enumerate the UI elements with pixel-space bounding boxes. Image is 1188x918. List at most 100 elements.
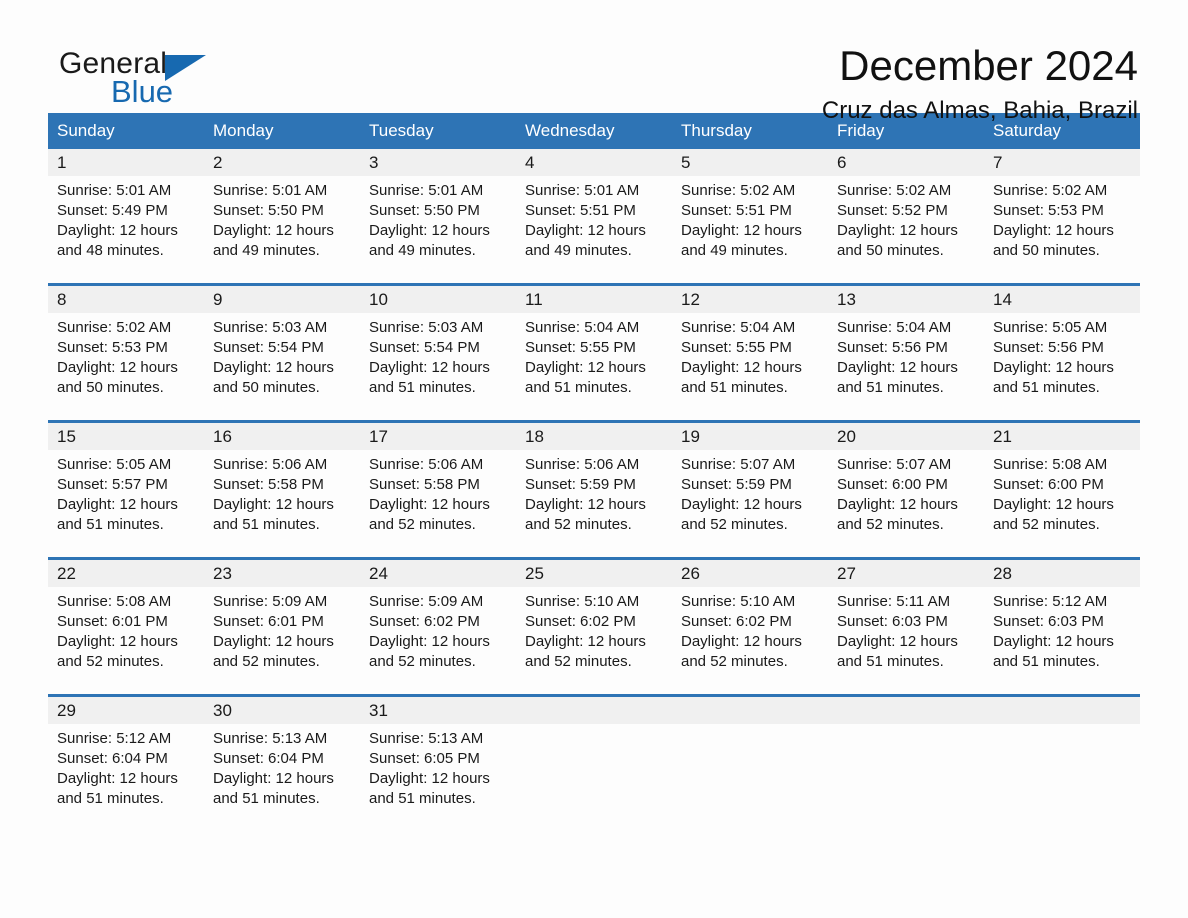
daylight-line-1: Daylight: 12 hours xyxy=(837,496,958,513)
calendar-day-cell[interactable]: 20 Sunrise: 5:07 AM Sunset: 6:00 PM Dayligh… xyxy=(828,420,984,535)
day-cell-inner: 28 Sunrise: 5:12 AM Sunset: 6:03 PM Dayligh… xyxy=(984,560,1140,672)
sunrise-time: Sunrise: 5:08 AM xyxy=(57,593,172,610)
sunset-time: Sunset: 6:01 PM xyxy=(213,613,324,630)
calendar-day-cell[interactable]: 30 Sunrise: 5:13 AM Sunset: 6:04 PM Dayligh… xyxy=(204,694,360,809)
calendar-day-cell[interactable]: 17 Sunrise: 5:06 AM Sunset: 5:58 PM Dayligh… xyxy=(360,420,516,535)
day-number-band: 18 xyxy=(516,423,672,450)
day-number-band: 16 xyxy=(204,423,360,450)
week-spacer-cell xyxy=(828,398,984,422)
day-details: Sunrise: 5:01 AM Sunset: 5:50 PM Daylight:… xyxy=(204,176,360,261)
calendar-day-cell[interactable]: 9 Sunrise: 5:03 AM Sunset: 5:54 PM Daylight… xyxy=(204,283,360,398)
day-number: 10 xyxy=(369,290,388,309)
daylight-line-1: Daylight: 12 hours xyxy=(993,222,1114,239)
sunrise-time: Sunrise: 5:08 AM xyxy=(993,456,1108,473)
calendar-day-cell[interactable]: 24 Sunrise: 5:09 AM Sunset: 6:02 PM Dayligh… xyxy=(360,557,516,672)
calendar-day-cell[interactable]: 1 Sunrise: 5:01 AM Sunset: 5:49 PM Daylight… xyxy=(48,149,204,261)
calendar-day-cell[interactable]: 4 Sunrise: 5:01 AM Sunset: 5:51 PM Daylight… xyxy=(516,149,672,261)
calendar-day-cell[interactable]: 15 Sunrise: 5:05 AM Sunset: 5:57 PM Dayligh… xyxy=(48,420,204,535)
calendar-day-cell[interactable]: 26 Sunrise: 5:10 AM Sunset: 6:02 PM Dayligh… xyxy=(672,557,828,672)
calendar-day-cell[interactable]: 2 Sunrise: 5:01 AM Sunset: 5:50 PM Daylight… xyxy=(204,149,360,261)
day-cell-inner: 20 Sunrise: 5:07 AM Sunset: 6:00 PM Dayligh… xyxy=(828,423,984,535)
calendar-table: Sunday Monday Tuesday Wednesday Thursday… xyxy=(48,113,1140,809)
calendar-day-cell[interactable]: 10 Sunrise: 5:03 AM Sunset: 5:54 PM Dayligh… xyxy=(360,283,516,398)
daylight-line-2: and 52 minutes. xyxy=(213,653,320,670)
sunset-time: Sunset: 6:04 PM xyxy=(57,750,168,767)
calendar-day-cell[interactable]: 25 Sunrise: 5:10 AM Sunset: 6:02 PM Dayligh… xyxy=(516,557,672,672)
sunrise-time: Sunrise: 5:07 AM xyxy=(681,456,796,473)
daylight-line-1: Daylight: 12 hours xyxy=(837,633,958,650)
weekday-header-thursday: Thursday xyxy=(672,113,828,149)
calendar-day-cell[interactable]: 22 Sunrise: 5:08 AM Sunset: 6:01 PM Dayligh… xyxy=(48,557,204,672)
day-cell-inner: 7 Sunrise: 5:02 AM Sunset: 5:53 PM Daylight… xyxy=(984,149,1140,261)
daylight-line-2: and 51 minutes. xyxy=(837,653,944,670)
daylight-line-2: and 51 minutes. xyxy=(837,379,944,396)
calendar-day-cell[interactable]: 12 Sunrise: 5:04 AM Sunset: 5:55 PM Dayligh… xyxy=(672,283,828,398)
day-details: Sunrise: 5:02 AM Sunset: 5:51 PM Daylight:… xyxy=(672,176,828,261)
day-number-band: 22 xyxy=(48,560,204,587)
week-spacer-cell xyxy=(204,398,360,422)
day-cell-inner: 14 Sunrise: 5:05 AM Sunset: 5:56 PM Dayligh… xyxy=(984,286,1140,398)
calendar-day-cell[interactable]: 19 Sunrise: 5:07 AM Sunset: 5:59 PM Dayligh… xyxy=(672,420,828,535)
day-number-band: 20 xyxy=(828,423,984,450)
sunrise-time: Sunrise: 5:05 AM xyxy=(993,319,1108,336)
sunset-time: Sunset: 5:56 PM xyxy=(837,339,948,356)
calendar-day-cell[interactable]: 11 Sunrise: 5:04 AM Sunset: 5:55 PM Dayligh… xyxy=(516,283,672,398)
calendar-day-cell[interactable]: 7 Sunrise: 5:02 AM Sunset: 5:53 PM Daylight… xyxy=(984,149,1140,261)
calendar-day-cell[interactable]: 23 Sunrise: 5:09 AM Sunset: 6:01 PM Dayligh… xyxy=(204,557,360,672)
week-spacer-cell xyxy=(48,261,204,285)
day-number-band: 27 xyxy=(828,560,984,587)
week-spacer-cell xyxy=(516,398,672,422)
calendar-day-cell[interactable]: 29 Sunrise: 5:12 AM Sunset: 6:04 PM Dayligh… xyxy=(48,694,204,809)
daylight-line-2: and 51 minutes. xyxy=(993,653,1100,670)
week-spacer xyxy=(48,398,1140,422)
calendar-day-cell[interactable]: 3 Sunrise: 5:01 AM Sunset: 5:50 PM Daylight… xyxy=(360,149,516,261)
day-number-band: 2 xyxy=(204,149,360,176)
calendar-day-cell[interactable]: 13 Sunrise: 5:04 AM Sunset: 5:56 PM Dayligh… xyxy=(828,283,984,398)
calendar-day-cell-empty xyxy=(984,694,1140,809)
calendar-day-cell[interactable]: 6 Sunrise: 5:02 AM Sunset: 5:52 PM Daylight… xyxy=(828,149,984,261)
sunrise-time: Sunrise: 5:03 AM xyxy=(369,319,484,336)
day-number-band: 31 xyxy=(360,697,516,724)
calendar-day-cell[interactable]: 16 Sunrise: 5:06 AM Sunset: 5:58 PM Dayligh… xyxy=(204,420,360,535)
calendar-day-cell[interactable]: 8 Sunrise: 5:02 AM Sunset: 5:53 PM Daylight… xyxy=(48,283,204,398)
daylight-line-1: Daylight: 12 hours xyxy=(837,222,958,239)
week-spacer-cell xyxy=(204,535,360,559)
week-spacer-cell xyxy=(516,535,672,559)
calendar-day-cell[interactable]: 28 Sunrise: 5:12 AM Sunset: 6:03 PM Dayligh… xyxy=(984,557,1140,672)
daylight-line-2: and 52 minutes. xyxy=(837,516,944,533)
day-cell-inner: 24 Sunrise: 5:09 AM Sunset: 6:02 PM Dayligh… xyxy=(360,560,516,672)
daylight-line-2: and 49 minutes. xyxy=(681,242,788,259)
sunset-time: Sunset: 5:55 PM xyxy=(525,339,636,356)
calendar-body: 1 Sunrise: 5:01 AM Sunset: 5:49 PM Daylight… xyxy=(48,149,1140,809)
calendar-day-cell[interactable]: 14 Sunrise: 5:05 AM Sunset: 5:56 PM Dayligh… xyxy=(984,283,1140,398)
sunrise-time: Sunrise: 5:05 AM xyxy=(57,456,172,473)
sunset-time: Sunset: 6:02 PM xyxy=(525,613,636,630)
week-spacer-cell xyxy=(516,672,672,696)
calendar-day-cell[interactable]: 18 Sunrise: 5:06 AM Sunset: 5:59 PM Dayligh… xyxy=(516,420,672,535)
day-details: Sunrise: 5:07 AM Sunset: 6:00 PM Daylight:… xyxy=(828,450,984,535)
sunset-time: Sunset: 6:00 PM xyxy=(837,476,948,493)
week-spacer-cell xyxy=(48,535,204,559)
day-cell-inner xyxy=(672,697,828,809)
day-number-band: 13 xyxy=(828,286,984,313)
day-cell-inner xyxy=(828,697,984,809)
day-cell-inner: 8 Sunrise: 5:02 AM Sunset: 5:53 PM Daylight… xyxy=(48,286,204,398)
page-subtitle: Cruz das Almas, Bahia, Brazil xyxy=(821,97,1138,124)
calendar-day-cell[interactable]: 31 Sunrise: 5:13 AM Sunset: 6:05 PM Dayligh… xyxy=(360,694,516,809)
day-number: 18 xyxy=(525,427,544,446)
daylight-line-1: Daylight: 12 hours xyxy=(369,359,490,376)
calendar-day-cell[interactable]: 21 Sunrise: 5:08 AM Sunset: 6:00 PM Dayligh… xyxy=(984,420,1140,535)
calendar-day-cell[interactable]: 5 Sunrise: 5:02 AM Sunset: 5:51 PM Daylight… xyxy=(672,149,828,261)
daylight-line-1: Daylight: 12 hours xyxy=(57,222,178,239)
daylight-line-1: Daylight: 12 hours xyxy=(57,770,178,787)
daylight-line-1: Daylight: 12 hours xyxy=(369,633,490,650)
day-number: 13 xyxy=(837,290,856,309)
sunset-time: Sunset: 6:05 PM xyxy=(369,750,480,767)
calendar-day-cell[interactable]: 27 Sunrise: 5:11 AM Sunset: 6:03 PM Dayligh… xyxy=(828,557,984,672)
daylight-line-2: and 50 minutes. xyxy=(993,242,1100,259)
sunset-time: Sunset: 5:50 PM xyxy=(213,202,324,219)
day-cell-inner: 12 Sunrise: 5:04 AM Sunset: 5:55 PM Dayligh… xyxy=(672,286,828,398)
daylight-line-1: Daylight: 12 hours xyxy=(837,359,958,376)
day-number-band xyxy=(984,697,1140,724)
day-cell-inner xyxy=(516,697,672,809)
